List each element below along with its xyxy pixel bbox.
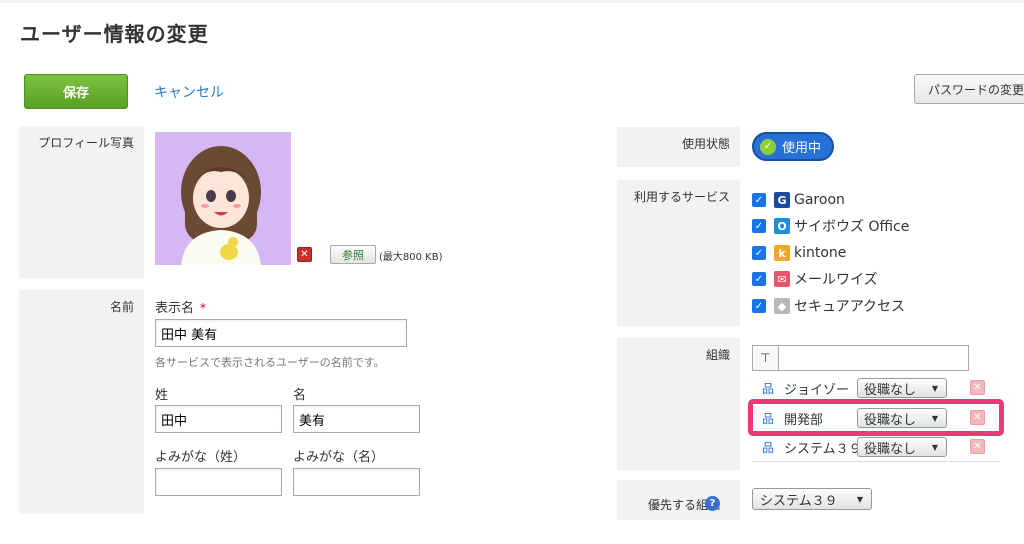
org-row-joizo: 品 ジョイゾー 役職なし ▼ ✕ <box>752 374 1000 402</box>
service-checkbox[interactable]: ✓ <box>752 219 766 233</box>
first-name-label: 名 <box>293 388 307 403</box>
browse-button[interactable]: 参照 <box>330 245 376 264</box>
service-checkbox[interactable]: ✓ <box>752 246 766 260</box>
service-checkbox[interactable]: ✓ <box>752 272 766 286</box>
dropdown-arrow-icon: ▼ <box>931 442 938 452</box>
last-name-label: 姓 <box>155 388 169 403</box>
max-size-note: (最大800 KB) <box>379 252 443 263</box>
service-name: セキュアアクセス <box>794 299 906 315</box>
service-checkbox[interactable]: ✓ <box>752 193 766 207</box>
garoon-icon: G <box>774 192 790 208</box>
display-name-label-text: 表示名 <box>155 301 195 316</box>
display-name-input[interactable]: 田中 美有 <box>155 319 407 347</box>
organization-search: ⊤ <box>752 345 969 371</box>
name-label-cell: 名前 <box>19 290 144 514</box>
change-password-button[interactable]: パスワードの変更 <box>914 74 1024 104</box>
service-item-mailwise: ✓ ✉ メールワイズ <box>752 270 878 288</box>
service-item-kintone: ✓ k kintone <box>752 244 846 262</box>
first-name-input[interactable]: 美有 <box>293 405 420 433</box>
first-kana-input[interactable] <box>293 468 420 496</box>
org-icon: 品 <box>762 440 775 455</box>
priority-org-value: システム３９ <box>760 493 838 509</box>
priority-org-label-cell: 優先する組織? <box>617 480 740 520</box>
service-item-office: ✓ O サイボウズ Office <box>752 217 909 235</box>
role-select[interactable]: 役職なし ▼ <box>857 378 947 398</box>
highlight-box <box>748 399 1004 436</box>
service-name: kintone <box>794 245 847 261</box>
top-divider <box>0 0 1024 3</box>
organization-label: 組織 <box>705 348 730 362</box>
delete-photo-button[interactable]: ✕ <box>297 247 312 262</box>
dropdown-arrow-icon: ▼ <box>931 383 938 393</box>
remove-org-button[interactable]: ✕ <box>970 380 985 395</box>
profile-photo <box>155 132 291 265</box>
status-label-cell: 使用状態 <box>617 127 740 167</box>
org-row-system39: 品 システム３９ 役職なし ▼ ✕ <box>752 433 1000 461</box>
organization-search-input[interactable] <box>779 346 968 370</box>
office-icon: O <box>774 218 790 234</box>
service-checkbox[interactable]: ✓ <box>752 299 766 313</box>
service-name: Garoon <box>794 192 845 208</box>
remove-org-button[interactable]: ✕ <box>970 439 985 454</box>
first-kana-label: よみがな（名） <box>293 450 385 465</box>
required-mark: * <box>200 301 207 315</box>
service-name: メールワイズ <box>794 272 878 288</box>
status-label: 使用状態 <box>681 137 730 151</box>
last-kana-label: よみがな（姓） <box>155 450 247 465</box>
organization-label-cell: 組織 <box>617 338 740 470</box>
service-name: サイボウズ Office <box>794 219 910 235</box>
role-value: 役職なし <box>864 441 917 457</box>
display-name-label: 表示名 * <box>155 297 206 316</box>
save-button[interactable]: 保存 <box>24 74 128 109</box>
status-value: 使用中 <box>782 141 822 156</box>
last-name-input[interactable]: 田中 <box>155 405 282 433</box>
help-icon[interactable]: ? <box>705 496 720 511</box>
service-item-secure-access: ✓ ◆ セキュアアクセス <box>752 297 905 315</box>
priority-org-select[interactable]: システム３９ ▼ <box>752 488 872 510</box>
org-list-divider <box>752 461 1000 462</box>
org-name: ジョイゾー <box>784 382 850 398</box>
role-value: 役職なし <box>864 382 917 398</box>
display-name-hint: 各サービスで表示されるユーザーの名前です。 <box>155 356 385 369</box>
services-label-cell: 利用するサービス <box>617 180 740 326</box>
page-title: ユーザー情報の変更 <box>20 22 209 46</box>
check-circle-icon: ✓ <box>760 138 776 155</box>
kintone-icon: k <box>774 245 790 261</box>
dropdown-arrow-icon: ▼ <box>856 494 863 504</box>
service-item-garoon: ✓ G Garoon <box>752 191 845 209</box>
profile-photo-label-cell: プロフィール写真 <box>19 126 144 278</box>
role-select[interactable]: 役職なし ▼ <box>857 437 947 457</box>
mailwise-icon: ✉ <box>774 271 790 287</box>
secure-access-icon: ◆ <box>774 298 790 314</box>
name-label: 名前 <box>109 300 134 314</box>
org-name: システム３９ <box>784 441 860 457</box>
services-label: 利用するサービス <box>633 190 730 204</box>
org-tree-picker-icon[interactable]: ⊤ <box>753 346 779 370</box>
status-toggle[interactable]: ✓ 使用中 <box>752 132 834 161</box>
org-icon: 品 <box>762 381 775 396</box>
last-kana-input[interactable] <box>155 468 282 496</box>
profile-photo-label: プロフィール写真 <box>38 136 134 150</box>
avatar-illustration <box>181 146 261 265</box>
cancel-link[interactable]: キャンセル <box>154 82 224 102</box>
